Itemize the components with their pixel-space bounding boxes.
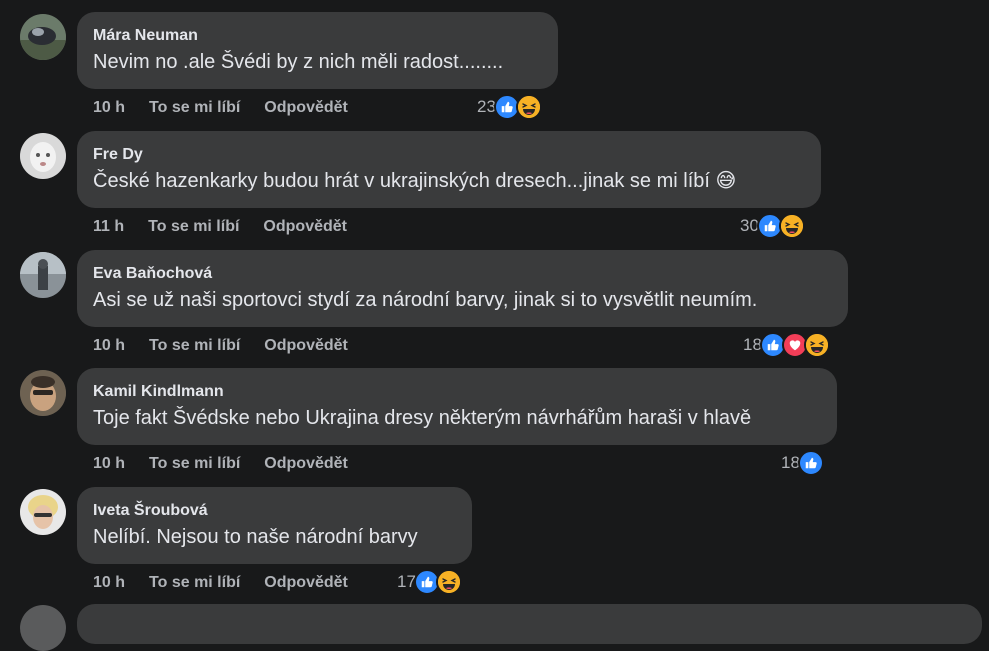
avatar[interactable] <box>20 605 66 651</box>
comment-time[interactable]: 10 h <box>93 99 125 117</box>
comment-bubble: Iveta Šroubová Nelíbí. Nejsou to naše ná… <box>77 487 472 564</box>
like-button[interactable]: To se mi líbí <box>148 218 239 236</box>
comment-time[interactable]: 10 h <box>93 337 125 355</box>
reply-button[interactable]: Odpovědět <box>264 99 348 117</box>
comment-author[interactable]: Eva Baňochová <box>93 264 832 284</box>
comment-actions: 10 h To se mi líbí Odpovědět <box>93 572 348 594</box>
comment-bubble: Fre Dy České hazenkarky budou hrát v ukr… <box>77 131 821 208</box>
comment-author[interactable]: Fre Dy <box>93 145 805 165</box>
avatar[interactable] <box>20 489 66 535</box>
comment-author[interactable]: Kamil Kindlmann <box>93 382 821 402</box>
laughing-face-icon <box>778 213 805 239</box>
comment-actions: 10 h To se mi líbí Odpovědět <box>93 335 348 357</box>
laughing-face-icon <box>435 569 462 595</box>
avatar[interactable] <box>20 252 66 298</box>
comment-actions: 11 h To se mi líbí Odpovědět <box>93 216 347 238</box>
reply-button[interactable]: Odpovědět <box>264 574 348 592</box>
comment-time[interactable]: 10 h <box>93 574 125 592</box>
reactions-summary[interactable]: 30 <box>740 211 805 241</box>
comment-text: Nelíbí. Nejsou to naše národní barvy <box>93 526 418 548</box>
reactions-summary[interactable]: 17 <box>397 567 462 597</box>
comment-author[interactable]: Iveta Šroubová <box>93 501 456 521</box>
comment-time[interactable]: 10 h <box>93 455 125 473</box>
comment-text: Asi se už naši sportovci stydí za národn… <box>93 289 758 311</box>
reply-button[interactable]: Odpovědět <box>263 218 347 236</box>
laughing-face-icon <box>803 332 830 358</box>
like-button[interactable]: To se mi líbí <box>149 337 240 355</box>
avatar[interactable] <box>20 370 66 416</box>
reply-button[interactable]: Odpovědět <box>264 455 348 473</box>
reactions-summary[interactable]: 23 <box>477 92 542 122</box>
comment-bubble: Mára Neuman Nevim no .ale Švédi by z nic… <box>77 12 558 89</box>
laughing-face-icon <box>515 94 542 120</box>
comment-author[interactable]: Mára Neuman <box>93 26 542 46</box>
comment-text: České hazenkarky budou hrát v ukrajinský… <box>93 170 737 192</box>
like-button[interactable]: To se mi líbí <box>149 99 240 117</box>
avatar[interactable] <box>20 133 66 179</box>
avatar[interactable] <box>20 14 66 60</box>
comment-bubble: Eva Baňochová Asi se už naši sportovci s… <box>77 250 848 327</box>
comment-actions: 10 h To se mi líbí Odpovědět <box>93 453 348 475</box>
like-button[interactable]: To se mi líbí <box>149 574 240 592</box>
comment-bubble: Kamil Kindlmann Toje fakt Švédske nebo U… <box>77 368 837 445</box>
comment-time[interactable]: 11 h <box>93 218 124 236</box>
reactions-summary[interactable]: 18 <box>781 448 824 478</box>
reactions-summary[interactable]: 18 <box>743 330 830 360</box>
like-button[interactable]: To se mi líbí <box>149 455 240 473</box>
comment-text: Nevim no .ale Švédi by z nich měli rados… <box>93 51 504 73</box>
comment-actions: 10 h To se mi líbí Odpovědět <box>93 97 348 119</box>
reply-button[interactable]: Odpovědět <box>264 337 348 355</box>
thumbs-up-icon <box>797 450 824 476</box>
comment-bubble <box>77 604 982 644</box>
comment-text: Toje fakt Švédske nebo Ukrajina dresy ně… <box>93 407 752 429</box>
